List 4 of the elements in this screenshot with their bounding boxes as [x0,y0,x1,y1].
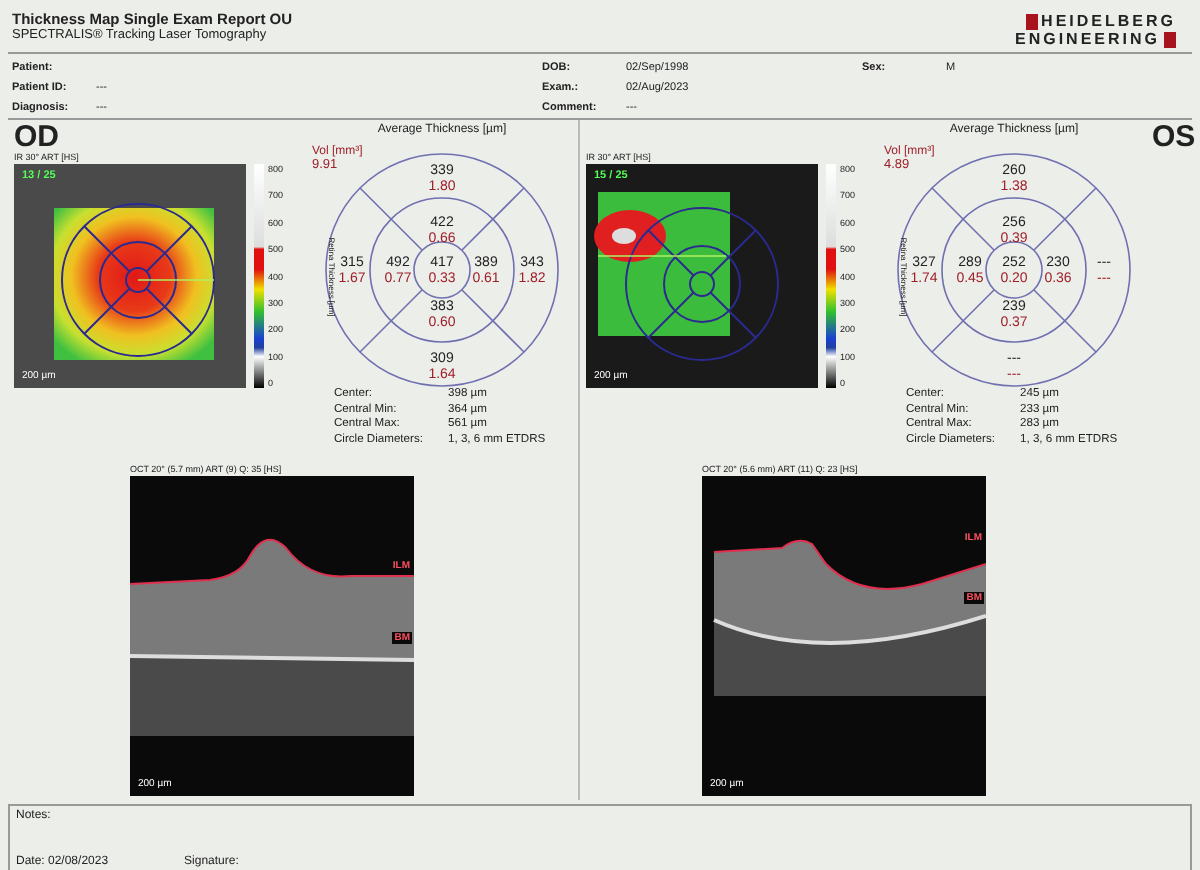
logo-text: HEIDELBERG [1025,14,1176,30]
eye-label: OS [1152,124,1196,152]
logo-text: ENGINEERING [1014,32,1176,48]
eye-label: OD [14,124,61,152]
